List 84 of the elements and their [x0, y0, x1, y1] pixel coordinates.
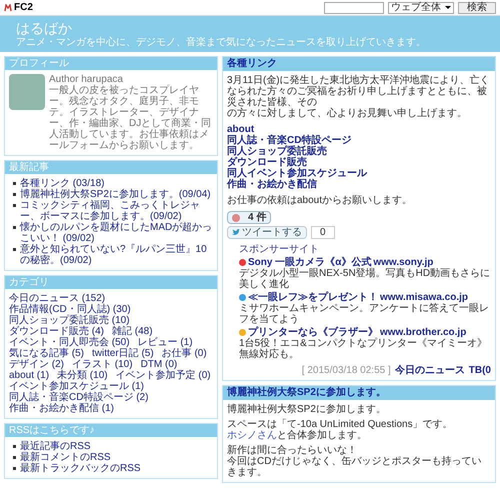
ad-link[interactable]: Sony 一眼カメラ《α》公式 — [248, 257, 372, 268]
article-link[interactable]: 意外と知られていない?『ルパン三世』10の秘密。(09/02) — [20, 244, 213, 266]
category-link[interactable]: お仕事 (0) — [162, 348, 207, 359]
bullet-icon — [13, 445, 16, 448]
entry-title[interactable]: 博麗神社例大祭SP2に参加します。 — [223, 386, 495, 400]
category-link[interactable]: イベント参加予定 (0) — [116, 370, 211, 381]
entry-title[interactable]: 各種リンク — [223, 57, 495, 71]
entry-text: と合体参加します。 — [277, 430, 367, 441]
category-link[interactable]: 作品情報(CD・同人誌) (30) — [9, 304, 131, 315]
article-link[interactable]: コミックシティ福岡、こみっくトレジャー、ボーマスに参加します。(09/02) — [20, 200, 213, 222]
category-link[interactable]: twitter日記 (5) — [92, 348, 154, 359]
page-link[interactable]: 同人誌・音楽CD特設ページ — [227, 135, 352, 146]
name-link[interactable]: ホシノさん — [227, 430, 277, 441]
bullet-icon — [13, 456, 16, 459]
category-link[interactable]: 雑記 (48) — [112, 326, 153, 337]
scope-dropdown[interactable]: ウェブ全体 — [388, 2, 454, 14]
logo[interactable]: FC2 — [14, 2, 33, 13]
trackback-link[interactable]: TB(0 — [468, 365, 491, 376]
ad-url[interactable]: www.misawa.co.jp — [380, 292, 468, 303]
blog-tagline: アニメ・マンガを中心に、デジモノ、音楽まで気になったニュースを取り上げていきます。 — [16, 37, 427, 48]
bullet-icon — [13, 248, 16, 251]
page-link[interactable]: ダウンロード販売 — [227, 157, 307, 168]
rss-link[interactable]: 最新トラックバックのRSS — [20, 463, 141, 474]
category-link[interactable]: 今日のニュース — [394, 365, 465, 376]
panel-title: カテゴリ — [5, 276, 217, 289]
bullet-icon — [13, 467, 16, 470]
ad-url[interactable]: www.brother.co.jp — [380, 327, 466, 338]
bookmark-button[interactable]: 4 件 — [227, 211, 272, 224]
logo-icon — [4, 4, 12, 12]
page-link[interactable]: 同人イベント参加スケジュール — [227, 168, 367, 179]
bird-icon — [232, 229, 240, 236]
panel-title: RSSはこちらです♪ — [5, 424, 217, 437]
category-link[interactable]: ダウンロード販売 (4) — [9, 326, 104, 337]
search-field[interactable] — [324, 2, 384, 14]
category-link[interactable]: 同人ショップ委託販売 (10) — [9, 315, 130, 326]
bullet-icon — [13, 204, 16, 207]
panel-title: 最新記事 — [5, 161, 217, 174]
avatar-placeholder — [9, 74, 45, 110]
category-link[interactable]: 気になる記事 (5) — [9, 348, 84, 359]
rss-link[interactable]: 最近記事のRSS — [20, 441, 91, 452]
sponsor-heading: スポンサーサイト — [239, 244, 320, 255]
entry-text: 博麗神社例大祭SP2に参加します。 — [227, 404, 387, 415]
category-link[interactable]: イベント参加スケジュール (1) — [9, 381, 144, 392]
entry-text: 新作は間に合ったらいいな！ — [227, 445, 358, 456]
profile-bio: 一般人の皮を被ったコスプレイヤー。残念なオタク、庭男子、非モテ。イラストレーター、デザイナー、作・編曲家、DJとして商業・同人活動しています。お仕事依頼はメールフォームからお願いします。 — [49, 85, 212, 151]
profile-author: Author harupaca — [49, 74, 124, 85]
tweet-button[interactable]: ツイートする — [227, 226, 307, 239]
message-text: の方々に対しまして、心よりお見舞い申し上げます。 — [227, 108, 468, 119]
ad-description: デジタル小型一眼NEX-5N登場。写真もHD動画もさらに美しく進化 — [239, 268, 491, 290]
bullet-icon — [13, 226, 16, 229]
ad-description: ミサワホームキャンペーン。アンケートに答えて一眼レフを当てよう — [239, 303, 490, 325]
bookmark-icon — [232, 214, 240, 222]
bullet-icon — [13, 193, 16, 196]
message-text: 3月11日(金)に発生した東北地方太平洋沖地震により、亡くなられた方々のご冥福をお祈り申し上げますとともに、被災された皆様、その — [227, 75, 491, 108]
page-link[interactable]: 同人ショップ委託販売 — [227, 146, 327, 157]
category-link[interactable]: about (1) — [9, 370, 50, 381]
category-link[interactable]: レビュー (1) — [138, 337, 193, 348]
search-button[interactable]: 検索 — [458, 2, 496, 14]
page-link[interactable]: 作曲・お絵かき配信 — [227, 179, 317, 190]
category-link[interactable]: デザイン (2) — [9, 359, 64, 370]
category-link[interactable]: 未分類 (10) — [57, 370, 108, 381]
tweet-count: 0 — [311, 226, 335, 239]
entry-text: スペースは「て-10a UnLimited Questions」です。 — [227, 419, 454, 430]
article-link[interactable]: 各種リンク (03/18) — [20, 178, 104, 189]
ad-link[interactable]: プリンターなら《ブラザー》 — [248, 327, 378, 338]
ad-description: 1台5役！エコ&コンパクトなプリンター《マイミーオ》無線対応も。 — [239, 338, 488, 360]
category-link[interactable]: イラスト (10) — [72, 359, 133, 370]
article-link[interactable]: 懐かしのルパンを題材にしたMADが超かっこいい！ (09/02) — [20, 222, 213, 244]
category-link[interactable]: 作曲・お絵かき配信 (1) — [9, 403, 114, 414]
entry-text: 今回はCDだけじゃなく、缶バッジとポスターも持っていきます。 — [227, 456, 482, 478]
entry-date: [ 2015/03/18 02:55 ] — [302, 365, 391, 376]
category-link[interactable]: イベント・同人即売会 (50) — [9, 337, 130, 348]
category-link[interactable]: 今日のニュース (152) — [9, 293, 106, 304]
page-link[interactable]: about — [227, 124, 254, 135]
article-link[interactable]: 博麗神社例大祭SP2に参加します。(09/04) — [20, 189, 211, 200]
ad-url[interactable]: www.sony.jp — [373, 257, 434, 268]
ad-link[interactable]: ≪一眼レフ≫をプレゼント！ — [248, 292, 378, 303]
note-text: お仕事の依頼はaboutからお願いします。 — [227, 195, 414, 206]
caret-icon — [445, 6, 451, 9]
rss-link[interactable]: 最新コメントのRSS — [20, 452, 111, 463]
category-link[interactable]: DTM (0) — [140, 359, 178, 370]
panel-title: プロフィール — [5, 57, 217, 70]
category-link[interactable]: 同人誌・音楽CD特設ページ (2) — [9, 392, 148, 403]
bullet-icon — [13, 182, 16, 185]
